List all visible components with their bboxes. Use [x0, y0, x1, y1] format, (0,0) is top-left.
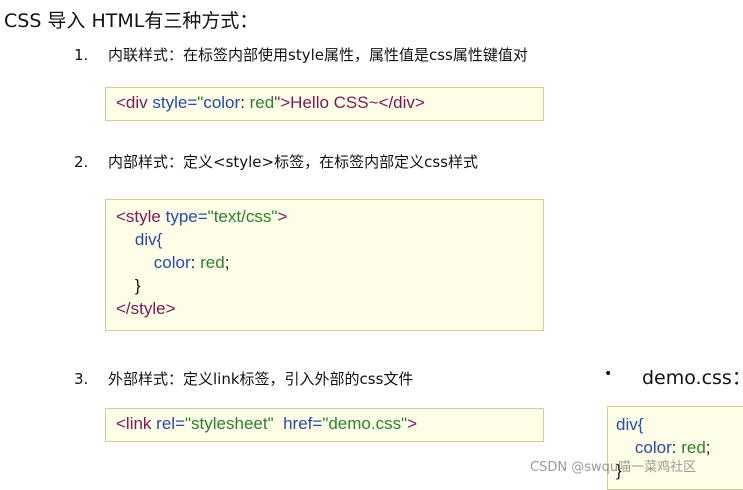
code-tag: <link	[116, 414, 157, 433]
code-attr: style=	[152, 93, 198, 112]
item-number: 3.	[74, 370, 89, 388]
bullet-icon: •	[604, 366, 613, 382]
code-block-demo-css: div{ color: red; }	[607, 406, 743, 490]
code-attr: rel=	[156, 414, 185, 433]
list-item-internal-style: 2. 内部样式：定义<style>标签，在标签内部定义css样式	[74, 151, 478, 172]
code-value: red	[249, 93, 275, 112]
code-semicolon: ;	[224, 253, 230, 272]
code-line: </style>	[116, 299, 176, 318]
code-value: "demo.css"	[322, 414, 408, 433]
code-semicolon: ;	[705, 438, 711, 457]
code-line: <link rel="stylesheet" href="demo.css">	[116, 412, 533, 435]
code-attr: type=	[165, 207, 208, 226]
code-prop: color	[634, 438, 672, 457]
code-value: "stylesheet"	[185, 414, 274, 433]
code-value: red	[681, 438, 706, 457]
code-line: color: red;	[116, 251, 533, 274]
code-line: div{	[116, 230, 163, 249]
item-text: 内部样式：定义<style>标签，在标签内部定义css样式	[108, 153, 478, 171]
code-block-inline: <div style="color: red">Hello CSS~</div>	[105, 87, 544, 121]
code-colon: :	[671, 438, 682, 457]
code-block-external: <link rel="stylesheet" href="demo.css">	[105, 408, 544, 442]
code-colon: :	[190, 253, 201, 272]
code-tag: <style	[116, 207, 166, 226]
code-line: div{	[616, 415, 644, 434]
code-tag: <div	[116, 93, 153, 112]
code-value: "text/css"	[207, 207, 278, 226]
item-number: 2.	[74, 153, 89, 171]
code-attr: href=	[283, 414, 323, 433]
watermark: CSDN @swqu喵一菜鸡社区	[530, 460, 697, 475]
code-prop: color	[203, 93, 241, 112]
demo-css-label: demo.css：	[642, 367, 743, 389]
list-item-inline-style: 1. 内联样式：在标签内部使用style属性，属性值是css属性键值对	[74, 44, 528, 65]
code-tag-end: >	[277, 207, 288, 226]
code-value: red	[200, 253, 225, 272]
item-number: 1.	[74, 46, 89, 64]
code-line: <div style="color: red">Hello CSS~</div>	[116, 91, 533, 114]
code-block-internal: <style type="text/css"> div{ color: red;…	[105, 199, 544, 331]
code-colon: :	[240, 93, 250, 112]
page-title: CSS 导入 HTML有三种方式：	[4, 10, 259, 32]
item-text: 外部样式：定义link标签，引入外部的css文件	[108, 370, 414, 388]
code-tag-end: >	[407, 414, 418, 433]
list-item-external-style: 3. 外部样式：定义link标签，引入外部的css文件	[74, 368, 413, 389]
code-line: }	[116, 276, 141, 295]
item-text: 内联样式：在标签内部使用style属性，属性值是css属性键值对	[108, 46, 528, 64]
code-line: <style type="text/css">	[116, 205, 533, 228]
code-close: ">Hello CSS~</div>	[274, 93, 425, 112]
code-prop: color	[153, 253, 191, 272]
